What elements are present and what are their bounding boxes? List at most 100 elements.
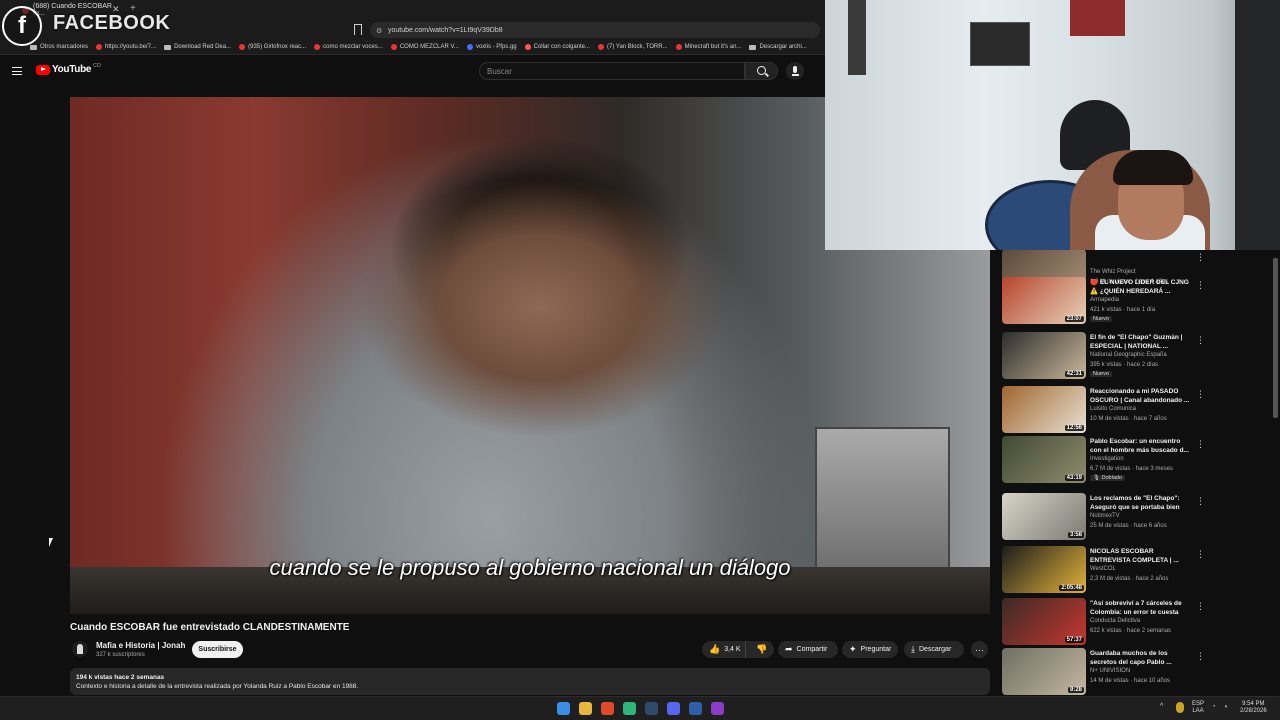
bookmark-item[interactable]: (935) Girlofnox reac... [239, 44, 306, 50]
search-button[interactable] [745, 62, 778, 80]
recommendation-badge: 🎙 Doblado [1090, 475, 1125, 481]
recommendation-meta: 421 k vistas · hace 1 día [1090, 307, 1156, 313]
thumbs-up-icon: 👍 [709, 644, 721, 654]
webcam-doorframe [848, 0, 866, 75]
recommendation-item[interactable]: 3:58 Los reclamos de "El Chapo": Aseguró … [1002, 493, 1272, 543]
menu-icon[interactable] [12, 67, 22, 75]
search-input[interactable]: Buscar [479, 62, 745, 80]
windows-start-icon[interactable] [557, 702, 570, 715]
ask-button[interactable]: ✦ Preguntar [842, 641, 898, 658]
tray-app-icon[interactable] [1176, 702, 1184, 713]
tray-chevron-icon[interactable]: ^ [1160, 703, 1163, 710]
sidebar-scrollbar[interactable] [1273, 250, 1278, 690]
kebab-menu-icon[interactable]: ⋮ [1196, 601, 1205, 612]
folder-icon [30, 44, 37, 50]
kebab-menu-icon[interactable]: ⋮ [1196, 439, 1205, 450]
site-info-icon[interactable]: ⚙ [376, 27, 382, 35]
app-icon[interactable] [623, 702, 636, 715]
like-count: 3,4 K [724, 646, 741, 653]
recommendation-channel: The Whiz Project [1090, 269, 1136, 275]
bookmark-item[interactable]: https://youtu.be/7... [96, 44, 156, 50]
obs-icon[interactable] [711, 702, 724, 715]
download-button[interactable]: ⤓ Descargar [904, 641, 964, 658]
bookmark-item[interactable]: voxlis - Pfps.gg [466, 44, 517, 50]
volume-icon[interactable]: ◖ [1224, 704, 1228, 711]
app-icon[interactable] [689, 702, 702, 715]
url-text: youtube.com/watch?v=1Lt9qV39Db8 [388, 26, 503, 34]
kebab-menu-icon[interactable]: ⋮ [1196, 549, 1205, 560]
bookmark-item[interactable]: (7) Yan Block, TORR... [598, 44, 668, 50]
scrollbar-thumb[interactable] [1273, 258, 1278, 418]
video-duration: 3:58 [1067, 532, 1084, 538]
recommendation-title: 🔴 EL NUEVO LÍDER DEL CJNG ⚠️ ¿QUIÉN HERE… [1090, 279, 1189, 295]
recommendation-item[interactable]: 42:31 El fin de "El Chapo" Guzmán | ESPEC… [1002, 332, 1272, 382]
recommendation-meta: 10 M de vistas · hace 7 años [1090, 416, 1167, 422]
youtube-icon [239, 44, 246, 50]
bookmark-item[interactable]: Collar con colgante... [524, 44, 590, 50]
brave-browser-icon[interactable] [601, 702, 614, 715]
video-duration: 2:05:48 [1059, 585, 1084, 591]
dislike-button[interactable]: 👎 [750, 644, 774, 655]
channel-avatar[interactable] [72, 641, 88, 657]
recommendation-item[interactable]: 2:05:48 NICOLÁS ESCOBAR ENTREVISTA COMPLE… [1002, 546, 1272, 596]
recommendation-thumbnail[interactable]: 12:56 [1002, 386, 1086, 433]
youtube-icon [675, 44, 682, 50]
recommendation-thumbnail[interactable]: 3:58 [1002, 493, 1086, 540]
kebab-menu-icon[interactable]: ⋮ [1196, 335, 1205, 346]
kebab-menu-icon[interactable]: ⋮ [1196, 389, 1205, 400]
globe-icon [466, 44, 473, 50]
bookmark-item[interactable]: Descargar archi... [749, 44, 807, 50]
recommendation-title: "Así sobreviví a 7 cárceles de Colombia:… [1090, 600, 1182, 616]
bookmark-icon[interactable] [354, 24, 362, 35]
kebab-menu-icon[interactable]: ⋮ [1196, 651, 1205, 662]
recommendation-channel: Investigation [1090, 456, 1124, 462]
like-button[interactable]: 👍 3,4 K [702, 641, 746, 658]
recommendation-channel: National Geographic España [1090, 352, 1167, 358]
subscribe-button[interactable]: Suscribirse [192, 641, 243, 658]
webcam-poster [970, 22, 1030, 66]
recommendation-item[interactable]: 9:28 Guardaba muchos de los secretos del … [1002, 648, 1272, 695]
description-box[interactable]: 194 k vistas hace 2 semanas Contexto e h… [70, 668, 990, 695]
recommendations-list: 11:32The Whiz Project1,9 M de vistas · h… [1002, 250, 1272, 695]
recommendation-thumbnail[interactable]: 2:05:48 [1002, 546, 1086, 593]
clock[interactable]: 9:54 PM 2/28/2026 [1240, 701, 1267, 715]
subscriber-count: 327 k suscriptores [96, 652, 145, 658]
voice-search-button[interactable] [786, 62, 804, 80]
share-button[interactable]: ➦ Compartir [778, 641, 838, 658]
kebab-menu-icon[interactable]: ⋮ [1196, 496, 1205, 507]
bookmark-item[interactable]: como mezclar voces... [314, 44, 383, 50]
bookmark-item[interactable]: Download Red Dea... [164, 44, 231, 50]
thumbs-down-icon: 👎 [756, 644, 768, 654]
recommendation-item[interactable]: 23:07 🔴 EL NUEVO LÍDER DEL CJNG ⚠️ ¿QUIÉN… [1002, 277, 1272, 327]
recommendation-thumbnail[interactable]: 9:28 [1002, 648, 1086, 695]
address-field[interactable]: ⚙ youtube.com/watch?v=1Lt9qV39Db8 [370, 22, 820, 38]
video-duration: 43:19 [1064, 475, 1084, 481]
recommendation-meta: 6,7 M de vistas · hace 3 meses [1090, 466, 1174, 472]
kebab-menu-icon[interactable]: ⋮ [1196, 252, 1205, 263]
wifi-icon[interactable]: ◔ [1212, 704, 1216, 711]
discord-icon[interactable] [667, 702, 680, 715]
recommendation-thumbnail[interactable]: 43:19 [1002, 436, 1086, 483]
channel-name[interactable]: Mafia e Historia | Jonah [96, 641, 185, 650]
recommendation-item[interactable]: 57:37 "Así sobreviví a 7 cárceles de Colo… [1002, 598, 1272, 648]
youtube-icon [390, 44, 397, 50]
youtube-logo[interactable]: YouTube CO [36, 63, 101, 75]
input-language[interactable]: ESP LAA [1192, 701, 1204, 715]
bookmark-item[interactable]: COMO MEZCLAR V... [390, 44, 459, 50]
recommendation-item[interactable]: 12:56 Reaccionando a mi PASADO OSCURO | C… [1002, 386, 1272, 436]
more-actions-button[interactable]: ··· [971, 641, 988, 658]
recommendation-thumbnail[interactable]: 57:37 [1002, 598, 1086, 645]
share-icon: ➦ [785, 644, 793, 654]
youtube-icon [314, 44, 321, 50]
recommendation-channel: WestCOL [1090, 566, 1116, 572]
recommendation-thumbnail[interactable]: 23:07 [1002, 277, 1086, 324]
description-text: Contexto e historia a detalle de la entr… [76, 683, 359, 690]
file-explorer-icon[interactable] [579, 702, 592, 715]
video-duration: 12:56 [1064, 425, 1084, 431]
kebab-menu-icon[interactable]: ⋮ [1196, 280, 1205, 291]
bookmark-other[interactable]: Otros marcadores [30, 44, 88, 50]
steam-icon[interactable] [645, 702, 658, 715]
recommendation-thumbnail[interactable]: 42:31 [1002, 332, 1086, 379]
recommendation-item[interactable]: 43:19 Pablo Escobar: un encuentro con el … [1002, 436, 1272, 486]
bookmark-item[interactable]: Minecraft but it's an... [675, 44, 741, 50]
